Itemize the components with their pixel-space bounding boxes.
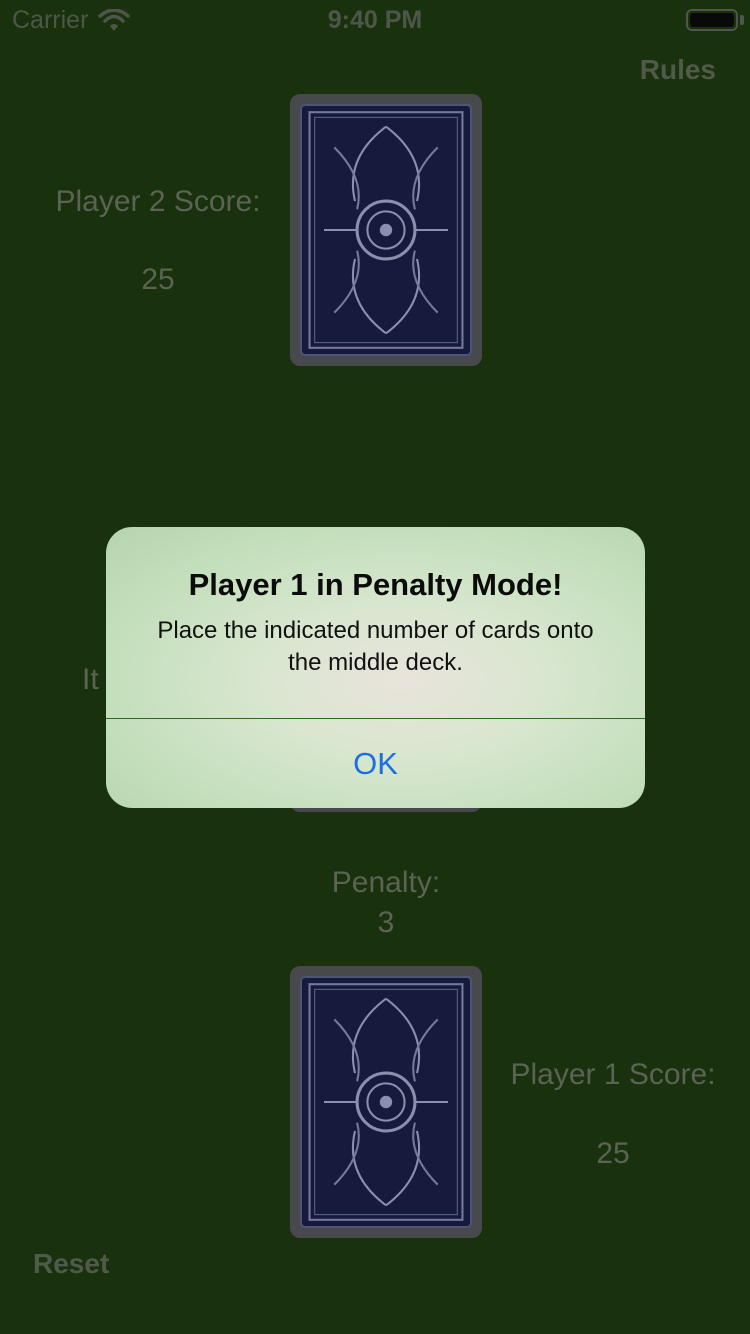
- alert-message: Place the indicated number of cards onto…: [157, 617, 594, 676]
- alert-ok-button[interactable]: OK: [106, 719, 645, 808]
- alert-title: Player 1 in Penalty Mode!: [188, 567, 563, 602]
- penalty-alert-dialog: Player 1 in Penalty Mode! Place the indi…: [106, 527, 645, 808]
